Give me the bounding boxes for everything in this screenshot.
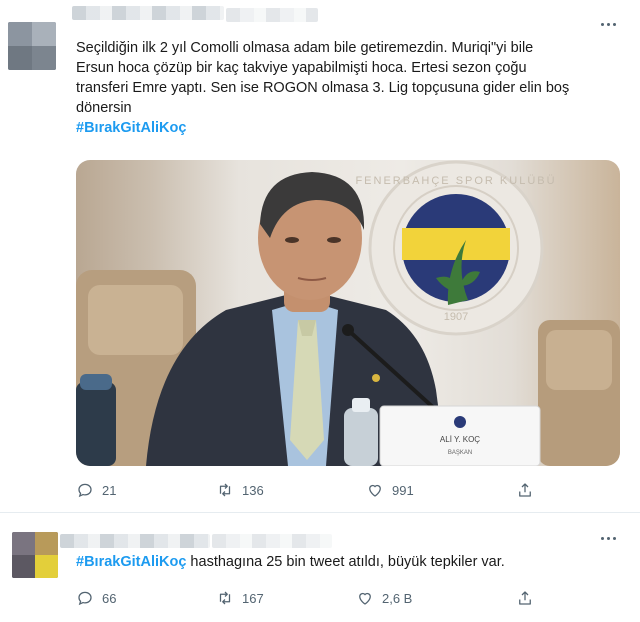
reply-count: 21 <box>102 482 117 498</box>
retweet-button[interactable]: 136 <box>216 481 366 499</box>
share-icon <box>519 591 531 605</box>
like-count: 2,6 B <box>382 590 413 606</box>
tweet-actions: 66 167 2,6 B <box>76 588 556 608</box>
tweet-text-rest: hasthagına 25 bin tweet atıldı, büyük te… <box>186 554 505 570</box>
author-handle-blurred <box>212 534 332 548</box>
nameplate-title: BAŞKAN <box>448 450 472 456</box>
more-options-icon[interactable] <box>598 532 618 544</box>
tweet-text: #BırakGitAliKoç hasthagına 25 bin tweet … <box>76 552 610 572</box>
avatar[interactable] <box>8 22 56 70</box>
reply-button[interactable]: 66 <box>76 589 216 607</box>
retweet-button[interactable]: 167 <box>216 589 356 607</box>
retweet-count: 167 <box>242 590 264 606</box>
nameplate-name: ALİ Y. KOÇ <box>440 435 480 444</box>
avatar[interactable] <box>12 532 58 578</box>
logo-text-top: FENERBAHÇE SPOR KULÜBÜ <box>355 175 556 187</box>
press-conference-photo: FENERBAHÇE SPOR KULÜBÜ 1907 ALİ Y. KOÇ B… <box>76 160 620 466</box>
author-name-blurred[interactable] <box>72 6 224 20</box>
like-button[interactable]: 991 <box>366 481 516 499</box>
like-button[interactable]: 2,6 B <box>356 589 516 607</box>
author-name-blurred[interactable] <box>60 534 210 548</box>
heart-icon <box>359 592 371 605</box>
tweet-text: Seçildiğin ilk 2 yıl Comolli olmasa adam… <box>76 38 610 138</box>
tweet-text-line: Ersun hoca çözüp bir kaç takviye yapabil… <box>76 60 527 76</box>
tweet-2[interactable]: #BırakGitAliKoç hasthagına 25 bin tweet … <box>0 514 640 622</box>
tweet-text-line: Seçildiğin ilk 2 yıl Comolli olmasa adam… <box>76 40 534 56</box>
reply-icon <box>78 591 92 606</box>
reply-button[interactable]: 21 <box>76 481 216 499</box>
hashtag-link[interactable]: #BırakGitAliKoç <box>76 120 186 136</box>
tweet-text-line: dönersin <box>76 100 132 116</box>
retweet-count: 136 <box>242 482 264 498</box>
hashtag-link[interactable]: #BırakGitAliKoç <box>76 554 186 570</box>
tweet-photo[interactable]: FENERBAHÇE SPOR KULÜBÜ 1907 ALİ Y. KOÇ B… <box>76 160 620 466</box>
retweet-icon <box>219 483 231 497</box>
author-handle-blurred <box>226 8 318 22</box>
share-button[interactable] <box>516 481 534 499</box>
heart-icon <box>369 484 381 497</box>
share-icon <box>519 483 531 497</box>
more-options-icon[interactable] <box>598 18 618 30</box>
reply-count: 66 <box>102 590 117 606</box>
like-count: 991 <box>392 482 414 498</box>
tweet-actions: 21 136 991 <box>76 480 556 500</box>
tweet-text-line: transferi Emre yaptı. Sen ise ROGON olma… <box>76 80 570 96</box>
share-button[interactable] <box>516 589 534 607</box>
tweet-1[interactable]: Seçildiğin ilk 2 yıl Comolli olmasa adam… <box>0 0 640 513</box>
logo-year: 1907 <box>444 311 468 323</box>
retweet-icon <box>219 591 231 605</box>
reply-icon <box>78 483 92 498</box>
